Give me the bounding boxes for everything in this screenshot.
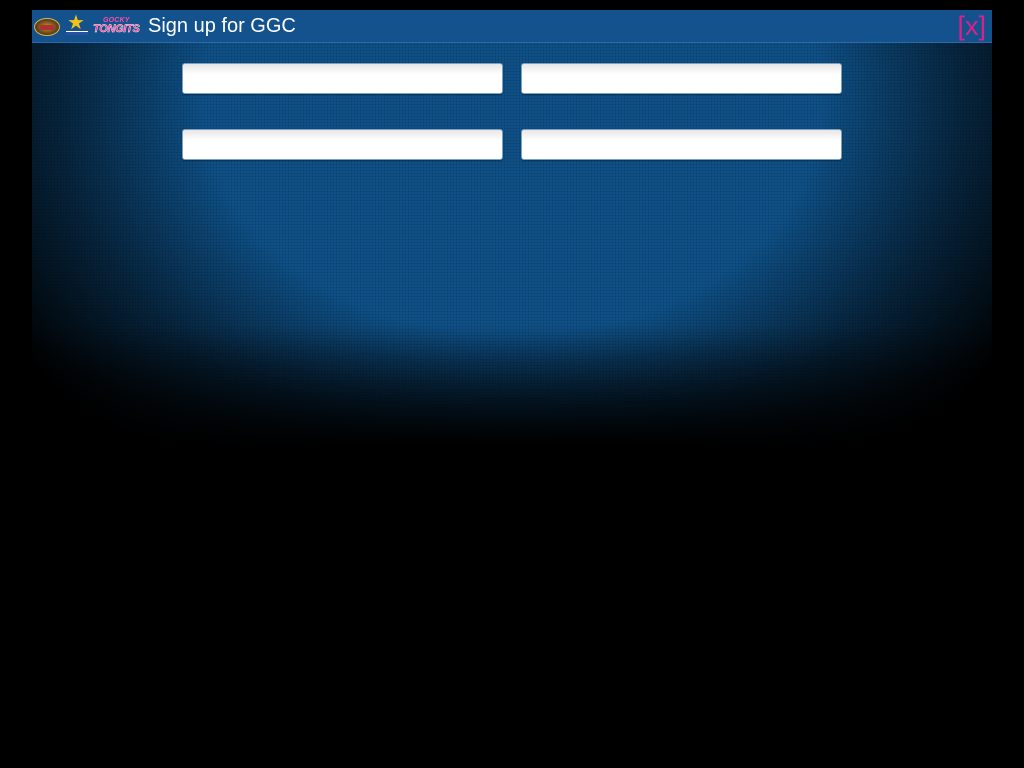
form-field-3[interactable] [182,129,503,160]
tongits-logo-icon: GOCKY TONGITS [93,17,140,35]
signup-form-panel [32,43,992,446]
form-field-2[interactable] [521,63,842,94]
form-field-1[interactable] [182,63,503,94]
signup-dialog: ★ GOCKY TONGITS Sign up for GGC [x] [32,10,992,446]
dialog-titlebar: ★ GOCKY TONGITS Sign up for GGC [x] [32,10,992,43]
bulldog-logo-icon [34,18,60,36]
close-button[interactable]: [x] [957,11,986,41]
logo-strip: ★ GOCKY TONGITS [34,13,140,39]
form-field-4[interactable] [521,129,842,160]
dialog-title: Sign up for GGC [148,15,296,37]
star-logo-icon: ★ [65,13,89,38]
